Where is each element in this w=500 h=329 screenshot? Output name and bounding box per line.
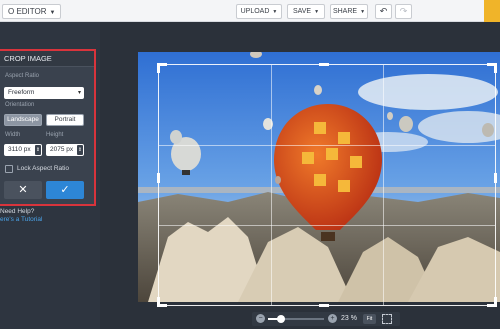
share-button[interactable]: SHARE ▼ bbox=[330, 4, 368, 19]
chevron-down-icon: ▼ bbox=[314, 9, 320, 15]
undo-icon[interactable]: ↶ bbox=[375, 4, 392, 19]
chevron-down-icon: ▾ bbox=[77, 90, 81, 96]
crop-image-panel: CROP IMAGE Aspect Ratio Freeform ▾ Orien… bbox=[0, 49, 96, 206]
close-icon: ✕ bbox=[18, 184, 28, 196]
aspect-ratio-select[interactable]: Freeform ▾ bbox=[4, 87, 84, 99]
crop-handle-top[interactable] bbox=[319, 63, 329, 66]
app-title-menu[interactable]: O EDITOR ▼ bbox=[2, 4, 62, 19]
crop-handle-bottom-right[interactable] bbox=[487, 297, 497, 307]
app-title: O EDITOR bbox=[8, 7, 47, 16]
upload-button-label: UPLOAD bbox=[240, 8, 270, 15]
unit-toggle-icon[interactable]: ⇕ bbox=[77, 145, 83, 155]
crop-handle-left[interactable] bbox=[157, 173, 160, 183]
chevron-down-icon: ▼ bbox=[49, 10, 56, 16]
top-toolbar: O EDITOR ▼ UPLOAD ▼ SAVE ▼ SHARE ▼ ↶ ↷ bbox=[0, 0, 500, 22]
crop-handle-top-right[interactable] bbox=[487, 63, 497, 73]
left-sidebar: CROP IMAGE Aspect Ratio Freeform ▾ Orien… bbox=[0, 22, 100, 329]
unit-toggle-icon[interactable]: ⇕ bbox=[35, 145, 41, 155]
zoom-bar: − + 23 % Fit bbox=[252, 312, 400, 326]
crop-grid-line bbox=[159, 224, 495, 226]
chevron-down-icon: ▼ bbox=[360, 9, 366, 15]
zoom-slider[interactable] bbox=[268, 315, 324, 323]
chevron-down-icon: ▼ bbox=[272, 9, 278, 15]
crop-grid-line bbox=[270, 65, 272, 305]
orientation-label: Orientation bbox=[5, 102, 35, 108]
cancel-crop-button[interactable]: ✕ bbox=[4, 181, 42, 199]
crop-panel-title: CROP IMAGE bbox=[0, 51, 94, 67]
fullscreen-icon[interactable] bbox=[382, 314, 392, 324]
crop-handle-top-left[interactable] bbox=[157, 63, 167, 73]
save-button-label: SAVE bbox=[292, 8, 312, 15]
lock-aspect-ratio-checkbox[interactable] bbox=[5, 165, 13, 173]
zoom-level: 23 % bbox=[341, 315, 357, 322]
upload-button[interactable]: UPLOAD ▼ bbox=[236, 4, 282, 19]
checkmark-icon: ✓ bbox=[60, 184, 70, 196]
crop-frame[interactable] bbox=[157, 63, 497, 307]
zoom-slider-thumb[interactable] bbox=[276, 315, 285, 323]
aspect-ratio-value: Freeform bbox=[8, 89, 35, 96]
portrait-toggle[interactable]: Portrait bbox=[46, 114, 84, 126]
zoom-out-icon[interactable]: − bbox=[256, 314, 265, 323]
crop-handle-bottom[interactable] bbox=[319, 304, 329, 307]
landscape-toggle[interactable]: Landscape bbox=[4, 114, 42, 126]
aspect-ratio-label: Aspect Ratio bbox=[5, 73, 40, 79]
height-input[interactable]: 2075 px ⇕ bbox=[46, 144, 84, 156]
width-input[interactable]: 3110 px ⇕ bbox=[4, 144, 42, 156]
help-question: Need Help? bbox=[0, 208, 35, 215]
zoom-in-icon[interactable]: + bbox=[328, 314, 337, 323]
redo-icon[interactable]: ↷ bbox=[395, 4, 412, 19]
share-button-label: SHARE bbox=[332, 8, 358, 15]
crop-handle-right[interactable] bbox=[494, 173, 497, 183]
crop-handle-bottom-left[interactable] bbox=[157, 297, 167, 307]
lock-aspect-ratio-label: Lock Aspect Ratio bbox=[17, 165, 70, 172]
crop-grid-line bbox=[159, 144, 495, 146]
height-label: Height bbox=[46, 132, 64, 138]
width-label: Width bbox=[5, 132, 21, 138]
menu-corner-button[interactable] bbox=[484, 0, 500, 22]
width-value: 3110 px bbox=[8, 146, 31, 153]
fit-button[interactable]: Fit bbox=[363, 314, 376, 324]
canvas-area bbox=[100, 22, 500, 312]
save-button[interactable]: SAVE ▼ bbox=[287, 4, 325, 19]
apply-crop-button[interactable]: ✓ bbox=[46, 181, 84, 199]
crop-grid-line bbox=[382, 65, 384, 305]
tutorial-link[interactable]: ere's a Tutorial bbox=[0, 216, 42, 223]
height-value: 2075 px bbox=[50, 146, 74, 153]
